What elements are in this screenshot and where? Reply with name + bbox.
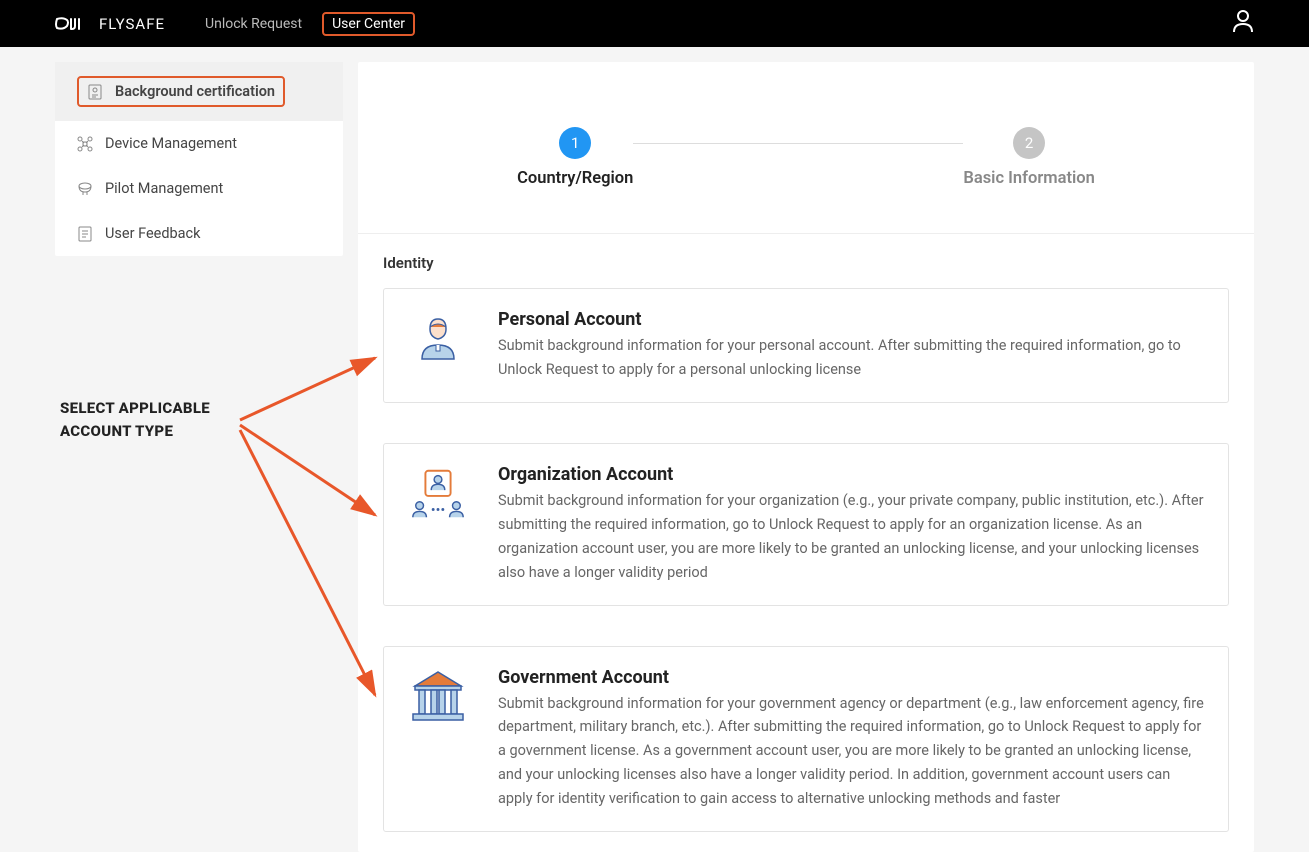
sidebar-item-pilot-mgmt[interactable]: Pilot Management [55, 166, 343, 211]
card-desc: Submit background information for your p… [498, 334, 1204, 382]
sidebar-item-label: Pilot Management [105, 180, 223, 197]
person-icon [408, 309, 468, 369]
nav-unlock-request[interactable]: Unlock Request [195, 12, 312, 36]
sidebar: Background certification Device Manageme… [55, 62, 343, 256]
step-2: 2 Basic Information [963, 127, 1095, 188]
government-icon [408, 667, 468, 727]
account-card-organization[interactable]: Organization Account Submit background i… [383, 443, 1229, 606]
step-1: 1 Country/Region [517, 127, 633, 188]
card-title: Organization Account [498, 464, 1204, 485]
card-desc: Submit background information for your g… [498, 692, 1204, 812]
pilot-icon [77, 181, 93, 197]
sidebar-item-label: Background certification [115, 83, 275, 100]
card-title: Government Account [498, 667, 1204, 688]
certificate-icon [87, 84, 103, 100]
brand-logo[interactable]: FLYSAFE [55, 15, 165, 33]
sidebar-item-label: Device Management [105, 135, 237, 152]
step-2-label: Basic Information [963, 169, 1095, 188]
sidebar-item-user-feedback[interactable]: User Feedback [55, 211, 343, 256]
header-nav: Unlock Request User Center [195, 12, 415, 36]
step-1-label: Country/Region [517, 169, 633, 188]
annotation-callout: SELECT APPLICABLE ACCOUNT TYPE [60, 397, 210, 442]
account-card-government[interactable]: Government Account Submit background inf… [383, 646, 1229, 833]
sidebar-item-background-cert[interactable]: Background certification [55, 62, 343, 121]
card-title: Personal Account [498, 309, 1204, 330]
feedback-icon [77, 226, 93, 242]
sidebar-item-device-mgmt[interactable]: Device Management [55, 121, 343, 166]
brand-text: FLYSAFE [99, 15, 165, 33]
user-profile-icon[interactable] [1232, 8, 1254, 38]
step-1-circle: 1 [559, 127, 591, 159]
nav-user-center[interactable]: User Center [322, 12, 415, 36]
step-2-circle: 2 [1013, 127, 1045, 159]
top-header: FLYSAFE Unlock Request User Center [0, 0, 1309, 47]
identity-section: Identity Personal Account Submit backgro… [358, 234, 1254, 852]
sidebar-item-label: User Feedback [105, 225, 200, 242]
step-connector [633, 143, 963, 144]
main-content: Background certification Device Manageme… [0, 47, 1309, 852]
main-panel: 1 Country/Region 2 Basic Information Ide… [358, 62, 1254, 852]
drone-icon [77, 136, 93, 152]
account-card-personal[interactable]: Personal Account Submit background infor… [383, 288, 1229, 403]
steps-wizard: 1 Country/Region 2 Basic Information [358, 62, 1254, 233]
card-desc: Submit background information for your o… [498, 489, 1204, 585]
dji-logo-icon [55, 17, 93, 31]
organization-icon [408, 464, 468, 524]
identity-heading: Identity [383, 254, 1229, 272]
